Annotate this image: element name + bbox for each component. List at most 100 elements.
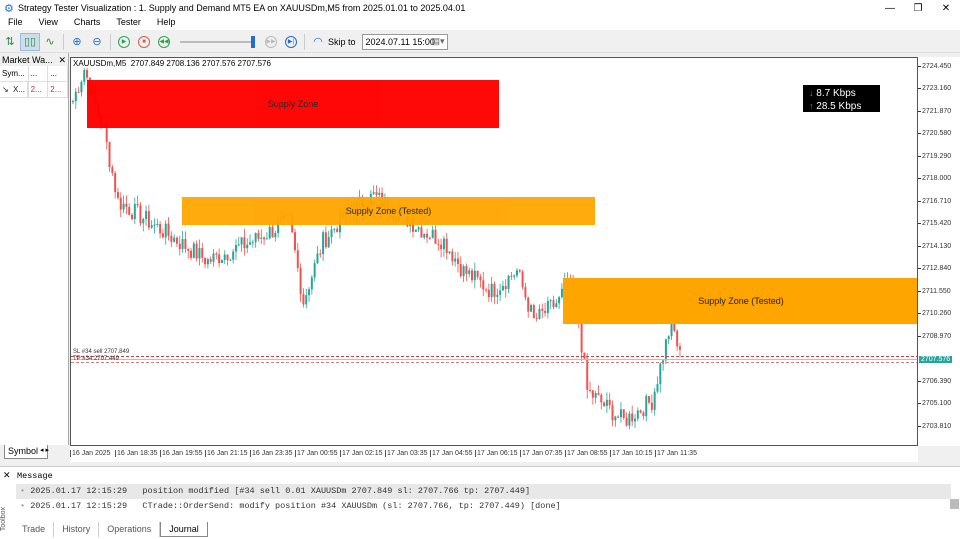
candle-body xyxy=(142,219,145,224)
candle-body xyxy=(220,260,223,264)
candle-body xyxy=(209,259,212,262)
tab-operations[interactable]: Operations xyxy=(99,522,161,537)
candle-body xyxy=(240,237,243,245)
tab-journal[interactable]: Journal xyxy=(160,522,208,537)
symbol-row[interactable]: ↘ X... 2... 2... xyxy=(0,82,68,98)
candle-body xyxy=(490,283,493,298)
supply-zone-1: Supply Zone xyxy=(87,80,499,128)
candle-body xyxy=(678,346,681,350)
candle-body xyxy=(423,233,426,238)
candle-body xyxy=(608,399,611,406)
play-button[interactable]: ▶ xyxy=(114,33,134,51)
stop-button[interactable]: ■ xyxy=(134,33,154,51)
candle-body xyxy=(167,223,170,236)
zoom-out-icon[interactable]: ⊖ xyxy=(87,33,107,51)
candle-body xyxy=(178,243,181,249)
journal-row[interactable]: • 2025.01.17 12:15:29 CTrade::OrderSend:… xyxy=(16,499,951,514)
fast-forward-button[interactable]: ▶▶ xyxy=(261,33,281,51)
column-bid[interactable]: ... xyxy=(29,66,49,81)
candle-body xyxy=(496,294,499,297)
candle-body xyxy=(617,416,620,418)
bid-line xyxy=(71,359,917,360)
candle-body xyxy=(263,237,266,240)
close-button[interactable]: ✕ xyxy=(932,3,960,14)
candle-body xyxy=(597,393,600,395)
menu-help[interactable]: Help xyxy=(149,16,184,30)
candle-body xyxy=(656,384,659,392)
candlestick-chart-icon[interactable]: ▯▯ xyxy=(20,32,40,51)
candle-body xyxy=(471,270,474,281)
zone-label: Supply Zone xyxy=(267,99,319,109)
price-label: 2723.160 xyxy=(918,85,951,92)
price-label: 2715.420 xyxy=(918,220,951,227)
symbol-name: ↘ X... xyxy=(0,82,29,97)
candle-body xyxy=(131,214,134,220)
ask-value: 2... xyxy=(48,82,68,97)
step-end-button[interactable]: ▶| xyxy=(281,33,301,51)
candle-body xyxy=(611,405,614,421)
message-header[interactable]: Message xyxy=(17,471,53,481)
candle-body xyxy=(634,418,636,422)
candle-body xyxy=(161,233,164,238)
time-axis[interactable]: 16 Jan 2025 16 Jan 18:35 16 Jan 19:55 16… xyxy=(70,446,918,462)
candle-body xyxy=(493,283,496,297)
app-icon: ⚙ xyxy=(4,3,14,15)
speed-slider-thumb[interactable] xyxy=(251,35,255,48)
candle-body xyxy=(333,228,336,230)
maximize-button[interactable]: ❐ xyxy=(904,3,932,14)
candle-body xyxy=(147,211,150,228)
candle-body xyxy=(619,409,622,418)
menu-view[interactable]: View xyxy=(31,16,66,30)
tab-history[interactable]: History xyxy=(54,522,100,537)
price-chart[interactable]: Supply Zone Supply Zone (Tested) Supply … xyxy=(70,57,918,446)
time-label: 16 Jan 2025 xyxy=(70,450,111,457)
candle-body xyxy=(468,270,471,274)
candle-body xyxy=(136,203,139,206)
fast-forward-icon: ▶▶ xyxy=(265,35,277,48)
tab-scroll-arrows[interactable]: ◂ ▸ xyxy=(40,446,49,454)
tp-line[interactable] xyxy=(71,362,917,363)
candle-body xyxy=(324,232,327,248)
menu-charts[interactable]: Charts xyxy=(66,16,109,30)
calendar-dropdown-icon[interactable]: ▤▾ xyxy=(431,36,444,47)
price-axis[interactable]: 2724.450 2723.160 2721.870 2720.580 2719… xyxy=(918,57,960,446)
download-arrow-icon: ↓ xyxy=(809,88,814,98)
time-label: 16 Jan 18:35 xyxy=(115,450,158,457)
candle-body xyxy=(265,238,268,240)
bar-chart-icon[interactable]: ⇅ xyxy=(0,33,20,51)
price-label: 2711.550 xyxy=(918,288,951,295)
menu-tester[interactable]: Tester xyxy=(108,16,149,30)
candle-body xyxy=(234,245,237,252)
close-icon[interactable]: ✕ xyxy=(58,55,66,65)
speed-slider[interactable] xyxy=(180,35,255,48)
candle-body xyxy=(544,310,547,313)
tab-trade[interactable]: Trade xyxy=(14,522,55,537)
price-label: 2719.290 xyxy=(918,153,951,160)
candle-body xyxy=(456,258,459,265)
candle-body xyxy=(448,251,451,254)
candle-body xyxy=(319,253,322,255)
candle-body xyxy=(223,254,226,261)
scrollbar-thumb[interactable] xyxy=(950,499,959,509)
candle-body xyxy=(72,101,74,103)
column-symbol[interactable]: Sym... xyxy=(0,66,29,81)
title-bar: ⚙ Strategy Tester Visualization : 1. Sup… xyxy=(0,0,960,16)
candle-body xyxy=(600,394,603,403)
candle-body xyxy=(229,259,232,261)
rewind-button[interactable]: ◀◀ xyxy=(154,33,174,51)
column-ask[interactable]: ... xyxy=(48,66,68,81)
time-label: 17 Jan 04:55 xyxy=(430,450,473,457)
candle-body xyxy=(614,416,617,421)
zoom-in-icon[interactable]: ⊕ xyxy=(67,33,87,51)
candle-body xyxy=(226,254,229,261)
minimize-button[interactable]: — xyxy=(876,3,904,14)
price-label: 2706.390 xyxy=(918,378,951,385)
skip-date-input[interactable]: 2024.07.11 15:00 ▤▾ xyxy=(361,33,448,50)
sl-line[interactable] xyxy=(71,356,917,357)
journal-row[interactable]: • 2025.01.17 12:15:29 position modified … xyxy=(16,484,951,499)
close-icon[interactable]: ✕ xyxy=(3,470,11,481)
menu-file[interactable]: File xyxy=(0,16,31,30)
candle-body xyxy=(260,237,263,239)
line-chart-icon[interactable]: ∿ xyxy=(40,33,60,51)
tp-label: TP #34 2707.449 xyxy=(73,356,119,362)
